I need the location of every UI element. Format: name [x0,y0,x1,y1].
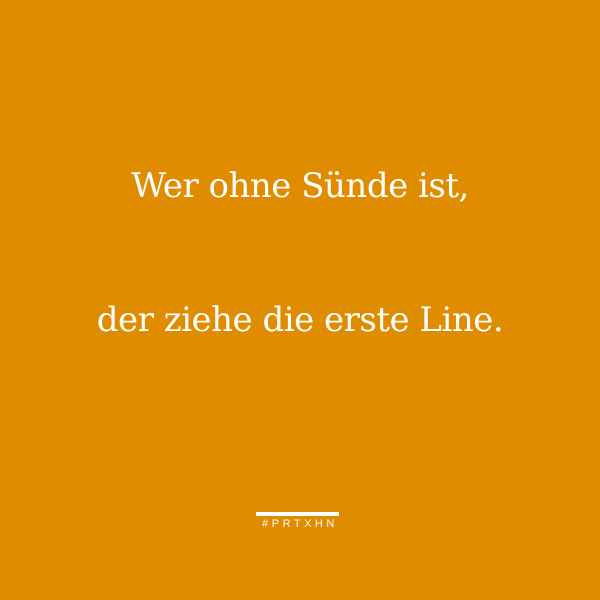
divider-bar [256,512,339,516]
quote-line-1: Wer ohne Sünde ist, [131,166,469,206]
quote-line-2: der ziehe die erste Line. [96,300,504,340]
hashtag-label: #PRTXHN [262,518,338,530]
